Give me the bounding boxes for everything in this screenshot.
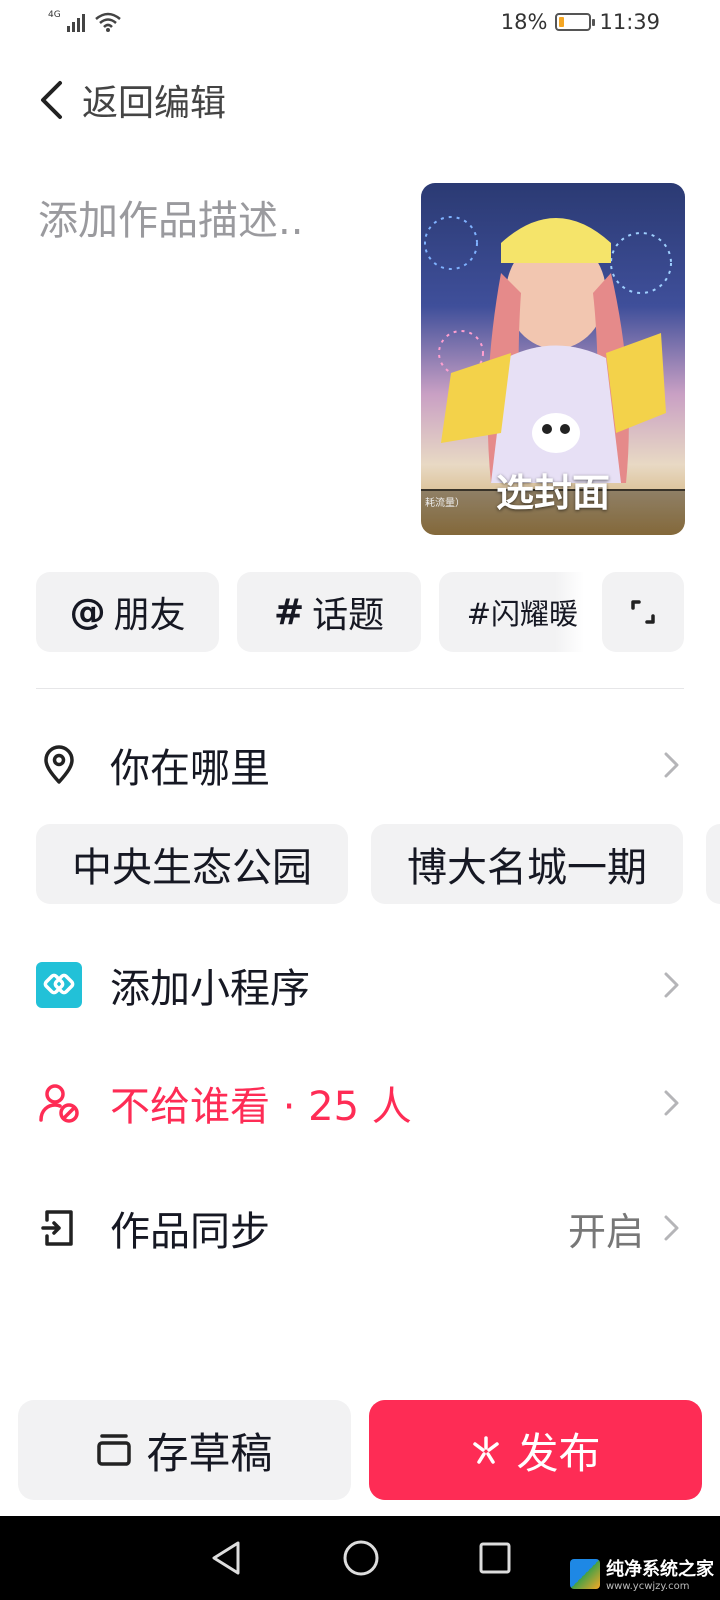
- mini-program-label: 添加小程序: [110, 966, 310, 1012]
- mini-program-icon: [36, 962, 82, 1008]
- sync-export-icon: [41, 1210, 73, 1246]
- publish-label: 发布: [516, 1428, 601, 1478]
- network-type: 4G: [48, 10, 61, 20]
- nav-recents-icon[interactable]: [478, 1541, 512, 1575]
- select-cover-label: 选封面: [495, 471, 610, 515]
- nav-back-icon[interactable]: [208, 1539, 244, 1577]
- location-suggestion-partial[interactable]: [706, 824, 720, 904]
- user-blocked-icon: [39, 1084, 79, 1123]
- location-row[interactable]: 你在哪里: [36, 730, 684, 800]
- back-label: 返回编辑: [82, 83, 227, 124]
- chevron-right-icon: [664, 752, 679, 778]
- bottom-actions: 存草稿 发布: [18, 1400, 702, 1500]
- save-draft-label: 存草稿: [146, 1428, 273, 1478]
- battery-level: [559, 17, 565, 27]
- status-right: 18% 11:39: [501, 10, 660, 34]
- mini-program-icon-wrap: [36, 962, 82, 1008]
- tag-chips: @ 朋友 # 话题 #闪耀暖: [36, 572, 685, 652]
- trending-topic-chip[interactable]: #闪耀暖: [438, 572, 585, 652]
- sync-row[interactable]: 作品同步 开启: [36, 1193, 684, 1263]
- expand-icon: [631, 600, 655, 624]
- location-right: [660, 750, 684, 780]
- chevron-right-icon: [664, 1090, 679, 1116]
- watermark-title: 纯净系统之家: [606, 1559, 714, 1580]
- description-input[interactable]: 添加作品描述..: [38, 188, 303, 246]
- mini-program-right: [660, 970, 684, 1000]
- cover-selector[interactable]: 耗流量） 选封面: [421, 183, 685, 535]
- expand-topics-button[interactable]: [602, 572, 685, 652]
- chevron-right-icon: [664, 972, 679, 998]
- watermark: 纯净系统之家 www.ycwjzy.com: [570, 1555, 714, 1592]
- watermark-text: 纯净系统之家 www.ycwjzy.com: [606, 1555, 714, 1592]
- add-topic-label: 话题: [312, 595, 385, 636]
- location-icon-wrap: [36, 742, 82, 788]
- add-topic-chip[interactable]: # 话题: [237, 572, 421, 652]
- status-left: 4G: [48, 10, 121, 32]
- wifi-icon: [94, 12, 121, 32]
- watermark-url: www.ycwjzy.com: [606, 1581, 690, 1592]
- battery-percent: 18%: [500, 10, 548, 34]
- sync-right: 开启: [568, 1201, 684, 1256]
- location-suggestion[interactable]: 博大名城一期: [371, 824, 683, 904]
- sparkle-icon: [473, 1436, 500, 1464]
- sync-label: 作品同步: [110, 1209, 270, 1255]
- status-bar: 4G 18% 11:39: [0, 0, 720, 50]
- save-draft-button[interactable]: 存草稿: [18, 1400, 351, 1500]
- location-suggestion[interactable]: 中央生态公园: [36, 824, 348, 904]
- hash-symbol: #: [273, 591, 305, 633]
- signal-icon: [66, 14, 85, 32]
- watermark-logo-icon: [570, 1558, 600, 1589]
- battery-icon: [555, 13, 596, 31]
- privacy-row[interactable]: 不给谁看 · 25 人: [36, 1068, 684, 1138]
- mention-friends-chip[interactable]: @ 朋友: [36, 572, 220, 652]
- sync-value: 开启: [567, 1209, 644, 1254]
- location-label: 你在哪里: [110, 746, 270, 792]
- privacy-icon-wrap: [36, 1080, 82, 1126]
- divider: [36, 688, 684, 689]
- chevron-right-icon: [664, 1215, 679, 1241]
- draft-box-icon: [97, 1434, 132, 1466]
- clock: 11:39: [599, 10, 660, 34]
- mention-friends-label: 朋友: [113, 595, 186, 636]
- privacy-right: [660, 1088, 684, 1118]
- back-to-edit-button[interactable]: 返回编辑: [38, 72, 226, 128]
- location-pin-icon: [44, 745, 74, 784]
- add-mini-program-row[interactable]: 添加小程序: [36, 950, 684, 1020]
- privacy-label: 不给谁看 · 25 人: [110, 1084, 412, 1130]
- at-symbol: @: [69, 591, 106, 633]
- sync-icon-wrap: [36, 1205, 82, 1251]
- system-nav-bar: 纯净系统之家 www.ycwjzy.com: [0, 1516, 720, 1600]
- chevron-left-icon: [41, 81, 62, 119]
- publish-button[interactable]: 发布: [369, 1400, 702, 1500]
- nav-home-icon[interactable]: [342, 1539, 380, 1577]
- trending-topic-label: #闪耀暖: [466, 597, 579, 631]
